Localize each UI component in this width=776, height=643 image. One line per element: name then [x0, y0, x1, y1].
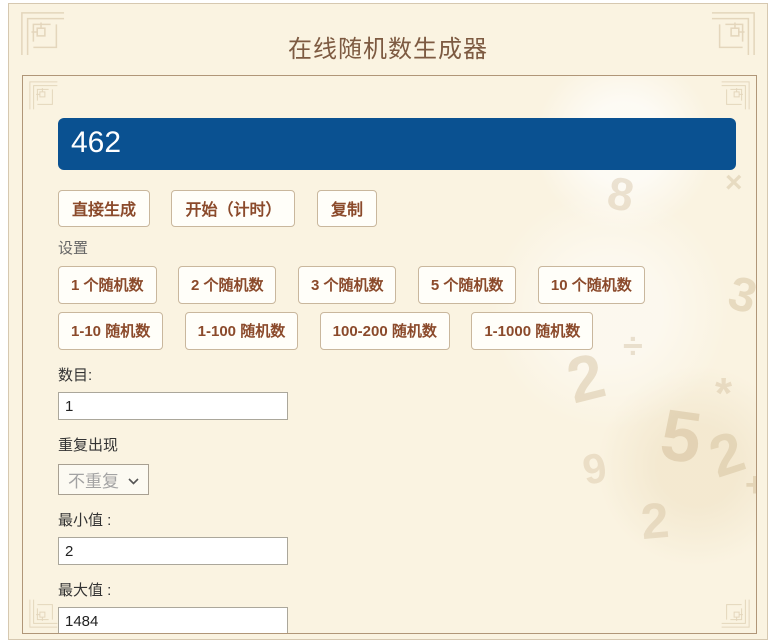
- count-input[interactable]: [58, 392, 288, 420]
- min-label: 最小值 :: [58, 512, 112, 529]
- preset-count-1[interactable]: 1 个随机数: [58, 266, 157, 304]
- chevron-down-icon: [128, 470, 139, 490]
- generate-button[interactable]: 直接生成: [58, 190, 151, 227]
- page-title: 在线随机数生成器: [288, 36, 488, 63]
- preset-row-ranges: 1-10 随机数 1-100 随机数 100-200 随机数 1-1000 随机…: [58, 312, 736, 350]
- settings-label: 设置: [58, 240, 89, 257]
- start-timer-button[interactable]: 开始（计时）: [171, 190, 296, 227]
- preset-row-counts: 1 个随机数 2 个随机数 3 个随机数 5 个随机数 10 个随机数: [58, 266, 736, 304]
- content-panel: 28527÷×*39+2 462 直接生成 开始（计时） 复制 设置 1 个随机…: [22, 75, 757, 634]
- preset-range-1-1000[interactable]: 1-1000 随机数: [471, 312, 594, 350]
- repeat-select[interactable]: 不重复: [58, 464, 149, 495]
- repeat-select-value: 不重复: [68, 472, 119, 491]
- copy-button[interactable]: 复制: [316, 190, 377, 227]
- preset-count-2[interactable]: 2 个随机数: [177, 266, 277, 304]
- preset-count-10[interactable]: 10 个随机数: [537, 266, 645, 304]
- outer-panel: 在线随机数生成器 28527÷×*39+2 462 直接生成 开始（计时） 复制…: [8, 3, 768, 640]
- generator-content: 462 直接生成 开始（计时） 复制 设置 1 个随机数 2 个随机数 3 个随…: [23, 76, 756, 633]
- preset-count-3[interactable]: 3 个随机数: [297, 266, 397, 304]
- max-input[interactable]: [58, 607, 288, 633]
- min-input[interactable]: [58, 537, 288, 565]
- count-label: 数目:: [58, 367, 93, 384]
- repeat-label: 重复出现: [58, 437, 119, 454]
- preset-count-5[interactable]: 5 个随机数: [417, 266, 517, 304]
- result-display: 462: [58, 118, 736, 170]
- action-buttons: 直接生成 开始（计时） 复制: [58, 190, 736, 227]
- max-label: 最大值 :: [58, 582, 112, 599]
- preset-range-1-10[interactable]: 1-10 随机数: [58, 312, 164, 350]
- preset-range-1-100[interactable]: 1-100 随机数: [184, 312, 299, 350]
- preset-range-100-200[interactable]: 100-200 随机数: [319, 312, 450, 350]
- page: 在线随机数生成器 28527÷×*39+2 462 直接生成 开始（计时） 复制…: [0, 0, 776, 643]
